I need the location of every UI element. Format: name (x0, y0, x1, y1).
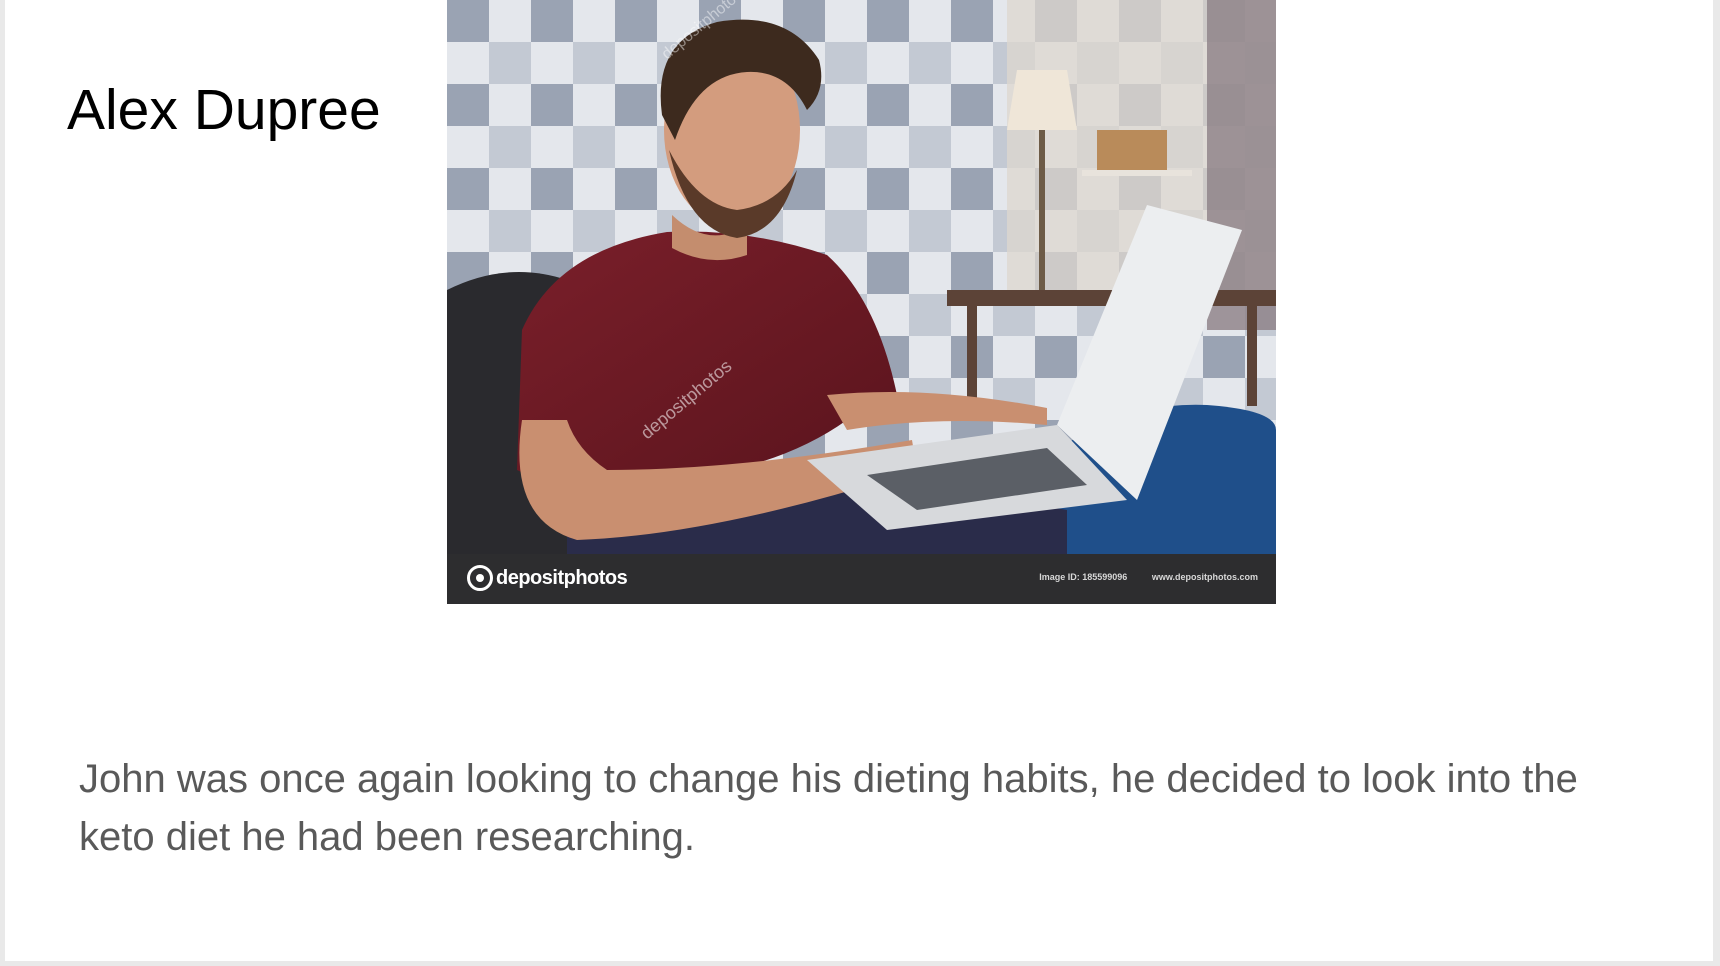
lamp-shade (1007, 70, 1077, 130)
photo-illustration: depositphotos depositphotos (447, 0, 1276, 604)
wooden-shelf-box (1097, 130, 1167, 170)
watermark-image-id: Image ID: 185599096 (1039, 572, 1128, 582)
watermark-meta: Image ID: 185599096 www.depositphotos.co… (1039, 572, 1258, 582)
watermark-bar: depositphotos Image ID: 185599096 www.de… (447, 554, 1276, 604)
slide-canvas: Alex Dupree depositphotos depositphotos … (5, 0, 1713, 961)
stock-photo-image: depositphotos depositphotos depositphoto… (447, 0, 1276, 604)
depositphotos-logo: depositphotos (467, 565, 628, 591)
watermark-brand: depositphotos (496, 566, 628, 589)
slide-title: Alex Dupree (67, 78, 381, 142)
depositphotos-logo-icon (467, 565, 493, 591)
watermark-site: www.depositphotos.com (1151, 572, 1258, 582)
slide-caption: John was once again looking to change hi… (79, 757, 1578, 859)
